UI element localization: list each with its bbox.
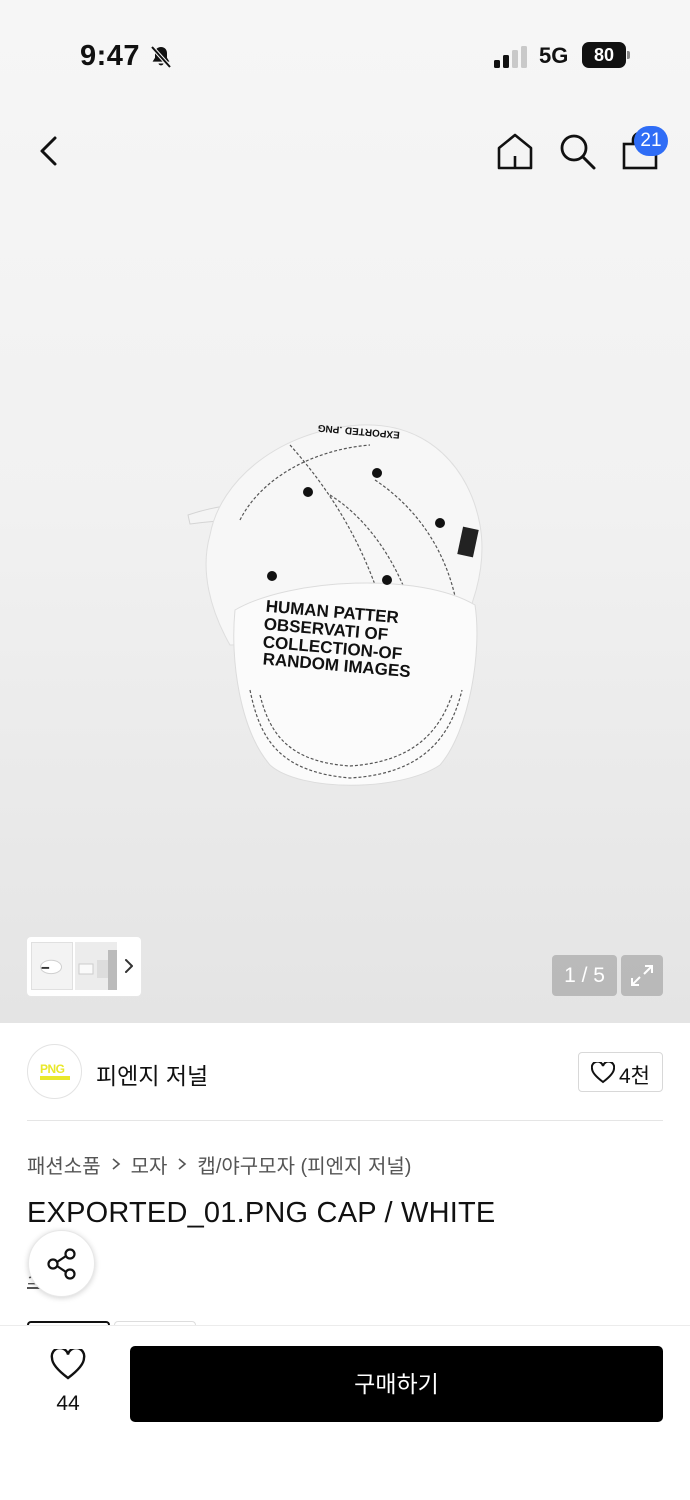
battery-icon: 80 [582, 42, 630, 68]
heart-icon [50, 1349, 86, 1380]
home-icon[interactable] [494, 130, 536, 172]
brand-like-button[interactable]: 4천 [578, 1052, 663, 1092]
thumbnail-strip[interactable] [27, 937, 141, 996]
expand-button[interactable] [621, 955, 663, 996]
breadcrumb-item[interactable]: 모자 [131, 1150, 168, 1179]
search-icon[interactable] [556, 130, 598, 172]
buy-button[interactable]: 구매하기 [130, 1346, 663, 1422]
brand-like-count: 4천 [619, 1065, 650, 1088]
share-button[interactable] [28, 1230, 95, 1297]
battery-level: 80 [582, 42, 626, 68]
wishlist-count: 44 [56, 1392, 80, 1415]
chevron-right-icon [112, 1158, 120, 1170]
bottom-action-bar: 44 구매하기 [0, 1325, 690, 1500]
image-counter: 1 / 5 [552, 955, 617, 996]
product-image[interactable]: HUMAN PATTER OBSERVATI OF COLLECTION-OF … [170, 400, 500, 800]
breadcrumb-item[interactable]: 패션소품 [27, 1150, 101, 1179]
cart-count-badge: 21 [634, 126, 668, 156]
brand-name[interactable]: 피엔지 저널 [96, 1057, 208, 1091]
breadcrumb-item[interactable]: 캡/야구모자 (피엔지 저널) [197, 1150, 411, 1179]
brand-logo-text: PNG [40, 1062, 65, 1076]
brand-logo[interactable]: PNG [27, 1044, 82, 1099]
wishlist-button[interactable]: 44 [40, 1349, 96, 1419]
product-title: EXPORTED_01.PNG CAP / WHITE [27, 1197, 496, 1229]
heart-icon [591, 1062, 615, 1084]
product-gallery[interactable]: 9:47 5G 80 21 HUMAN PATTER OBSERVATI OF … [0, 0, 690, 1023]
share-icon [47, 1248, 76, 1280]
divider [27, 1120, 663, 1121]
thumbnail-1[interactable] [31, 942, 73, 990]
bell-off-icon [150, 45, 172, 69]
chevron-right-icon [178, 1158, 187, 1170]
thumbnail-2[interactable] [75, 942, 117, 990]
status-bar: 9:47 5G 80 [0, 30, 690, 82]
chevron-right-icon[interactable] [121, 955, 137, 977]
signal-icon [494, 46, 527, 68]
network-type: 5G [539, 43, 569, 68]
status-time: 9:47 [80, 40, 141, 72]
breadcrumb: 패션소품 모자 캡/야구모자 (피엔지 저널) [27, 1150, 411, 1179]
chevron-left-icon[interactable] [30, 130, 70, 172]
expand-icon [631, 965, 653, 986]
